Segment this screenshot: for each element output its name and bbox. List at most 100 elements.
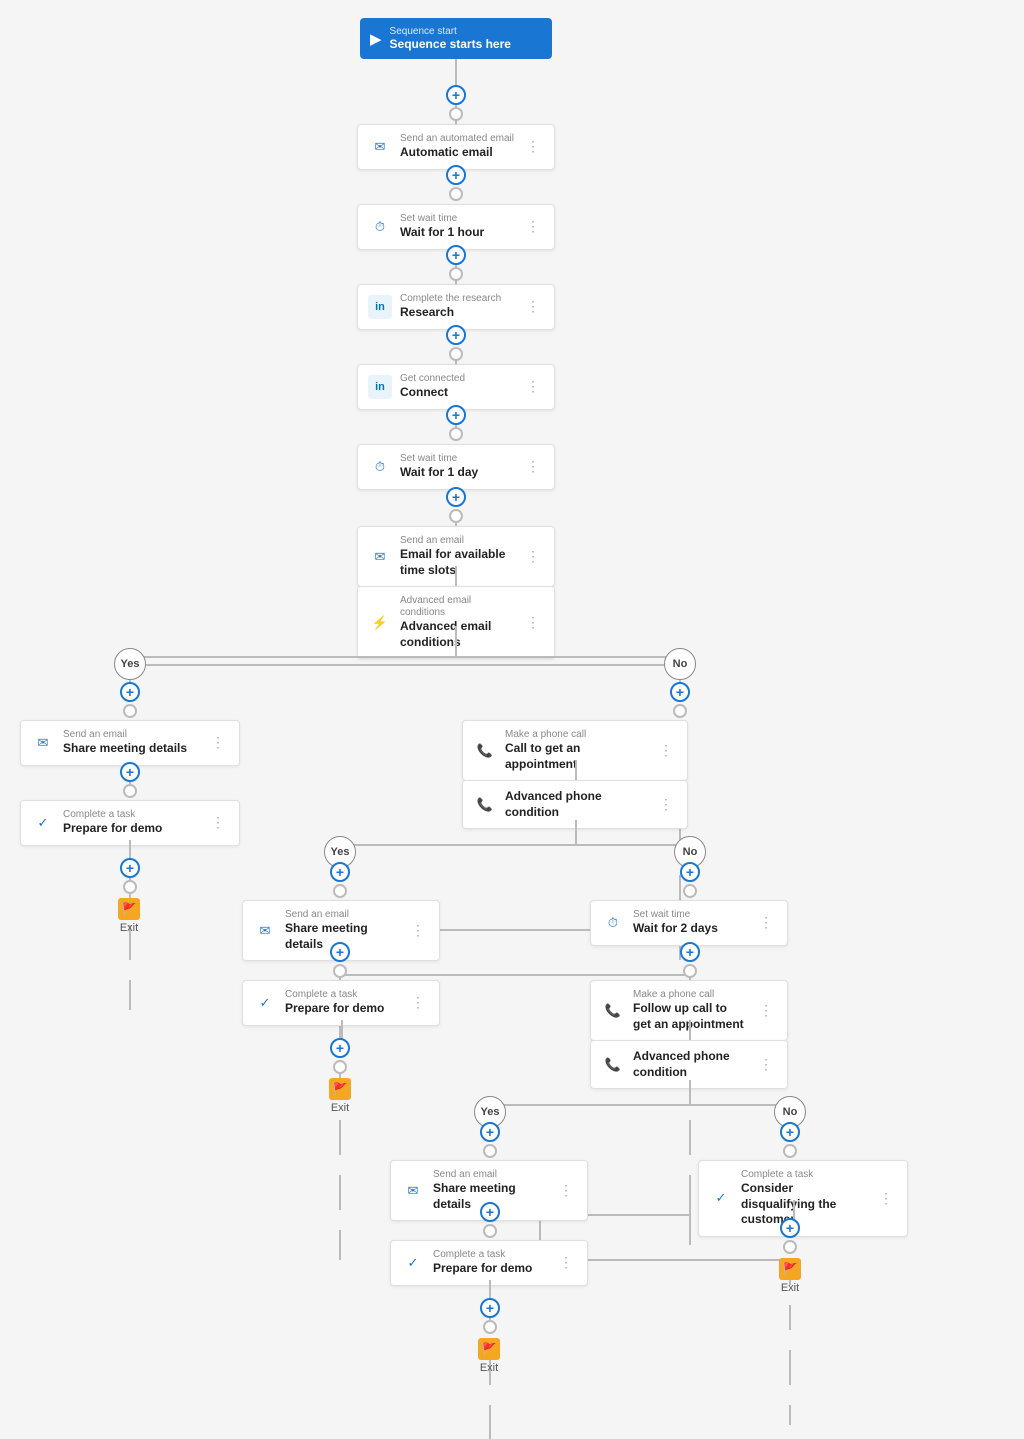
exit-4-node: 🚩 Exit — [779, 1258, 801, 1294]
circle-yes1b — [123, 784, 137, 798]
menu-btn[interactable]: ⋮ — [755, 912, 777, 933]
share-meeting-yes1-node: ✉ Send an email Share meeting details ⋮ — [20, 720, 240, 766]
circle-5 — [449, 427, 463, 441]
phone-icon-2: 📞 — [601, 999, 625, 1023]
menu-btn[interactable]: ⋮ — [555, 1252, 577, 1273]
menu-btn[interactable]: ⋮ — [407, 920, 429, 941]
menu-btn[interactable]: ⋮ — [407, 992, 429, 1013]
circle-yes3 — [483, 1144, 497, 1158]
circle-4 — [449, 347, 463, 361]
circle-yes1c — [123, 880, 137, 894]
circle-yes1 — [123, 704, 137, 718]
plus-btn-5[interactable]: + — [446, 405, 466, 425]
menu-btn[interactable]: ⋮ — [522, 296, 544, 317]
plus-btn-yes1c[interactable]: + — [120, 858, 140, 878]
wait-2days-node: ⏱ Set wait time Wait for 2 days ⋮ — [590, 900, 788, 946]
circle-1 — [449, 107, 463, 121]
plus-btn-no3[interactable]: + — [780, 1122, 800, 1142]
plus-btn-no3b[interactable]: + — [780, 1218, 800, 1238]
menu-btn[interactable]: ⋮ — [875, 1188, 897, 1209]
task-icon-3: ✓ — [401, 1251, 425, 1275]
plus-btn-3[interactable]: + — [446, 245, 466, 265]
menu-btn[interactable]: ⋮ — [522, 612, 544, 633]
connect-node: in Get connected Connect ⋮ — [357, 364, 555, 410]
circle-no2 — [683, 884, 697, 898]
phone-condition-icon-1: 📞 — [473, 793, 497, 817]
plus-btn-yes2c[interactable]: + — [330, 1038, 350, 1058]
circle-yes3b — [483, 1224, 497, 1238]
task-icon-1: ✓ — [31, 811, 55, 835]
email-icon-4: ✉ — [253, 919, 277, 943]
exit-3-node: 🚩 Exit — [478, 1338, 500, 1374]
clock-icon-3: ⏱ — [601, 911, 625, 935]
linkedin-icon-1: in — [368, 295, 392, 319]
menu-btn[interactable]: ⋮ — [655, 794, 677, 815]
circle-yes2b — [333, 964, 347, 978]
menu-btn[interactable]: ⋮ — [522, 546, 544, 567]
plus-btn-6[interactable]: + — [446, 487, 466, 507]
phone-condition-icon-2: 📞 — [601, 1053, 625, 1077]
phone-icon-1: 📞 — [473, 739, 497, 763]
exit-icon-4: 🚩 — [779, 1258, 801, 1280]
no-branch-label: No — [664, 648, 696, 680]
circle-yes3c — [483, 1320, 497, 1334]
menu-btn[interactable]: ⋮ — [522, 216, 544, 237]
circle-yes2c — [333, 1060, 347, 1074]
condition-icon: ⚡ — [368, 611, 392, 635]
plus-btn-yes1[interactable]: + — [120, 682, 140, 702]
exit-icon-2: 🚩 — [329, 1078, 351, 1100]
plus-btn-2[interactable]: + — [446, 165, 466, 185]
clock-icon-1: ⏱ — [368, 215, 392, 239]
start-text: Sequence start Sequence starts here — [390, 26, 511, 51]
menu-btn[interactable]: ⋮ — [207, 732, 229, 753]
circle-no3 — [783, 1144, 797, 1158]
email-icon: ✉ — [368, 135, 392, 159]
plus-btn-no1[interactable]: + — [670, 682, 690, 702]
plus-btn-4[interactable]: + — [446, 325, 466, 345]
email-icon-5: ✉ — [401, 1179, 425, 1203]
menu-btn[interactable]: ⋮ — [522, 456, 544, 477]
plus-btn-yes2b[interactable]: + — [330, 942, 350, 962]
plus-btn-1[interactable]: + — [446, 85, 466, 105]
clock-icon-2: ⏱ — [368, 455, 392, 479]
plus-btn-no2[interactable]: + — [680, 862, 700, 882]
plus-btn-yes3[interactable]: + — [480, 1122, 500, 1142]
task-icon-2: ✓ — [253, 991, 277, 1015]
menu-btn[interactable]: ⋮ — [655, 740, 677, 761]
exit-icon-3: 🚩 — [478, 1338, 500, 1360]
task-icon-4: ✓ — [709, 1186, 733, 1210]
email-icon-2: ✉ — [368, 545, 392, 569]
circle-no2b — [683, 964, 697, 978]
exit-2-node: 🚩 Exit — [329, 1078, 351, 1114]
disqualify-node: ✓ Complete a task Consider disqualifying… — [698, 1160, 908, 1237]
menu-btn[interactable]: ⋮ — [555, 1180, 577, 1201]
research-node: in Complete the research Research ⋮ — [357, 284, 555, 330]
circle-3 — [449, 267, 463, 281]
start-icon: ▶ — [370, 30, 382, 48]
plus-btn-yes3b[interactable]: + — [480, 1202, 500, 1222]
circle-yes2 — [333, 884, 347, 898]
circle-no1 — [673, 704, 687, 718]
exit-icon-1: 🚩 — [118, 898, 140, 920]
circle-no3b — [783, 1240, 797, 1254]
email-icon-3: ✉ — [31, 731, 55, 755]
flow-canvas: ▶ Sequence start Sequence starts here + … — [0, 0, 1024, 1439]
linkedin-icon-2: in — [368, 375, 392, 399]
menu-btn[interactable]: ⋮ — [522, 136, 544, 157]
plus-btn-yes2[interactable]: + — [330, 862, 350, 882]
circle-2 — [449, 187, 463, 201]
menu-btn[interactable]: ⋮ — [522, 376, 544, 397]
menu-btn[interactable]: ⋮ — [755, 1054, 777, 1075]
wait-1day-node: ⏱ Set wait time Wait for 1 day ⋮ — [357, 444, 555, 490]
plus-btn-yes1b[interactable]: + — [120, 762, 140, 782]
plus-btn-no2b[interactable]: + — [680, 942, 700, 962]
wait-1hour-node: ⏱ Set wait time Wait for 1 hour ⋮ — [357, 204, 555, 250]
yes-branch-label: Yes — [114, 648, 146, 680]
exit-1-node: 🚩 Exit — [118, 898, 140, 934]
menu-btn[interactable]: ⋮ — [755, 1000, 777, 1021]
prepare-demo-yes2-node: ✓ Complete a task Prepare for demo ⋮ — [242, 980, 440, 1026]
plus-btn-yes3c[interactable]: + — [480, 1298, 500, 1318]
prepare-demo-yes1-node: ✓ Complete a task Prepare for demo ⋮ — [20, 800, 240, 846]
start-node: ▶ Sequence start Sequence starts here — [360, 18, 552, 59]
menu-btn[interactable]: ⋮ — [207, 812, 229, 833]
